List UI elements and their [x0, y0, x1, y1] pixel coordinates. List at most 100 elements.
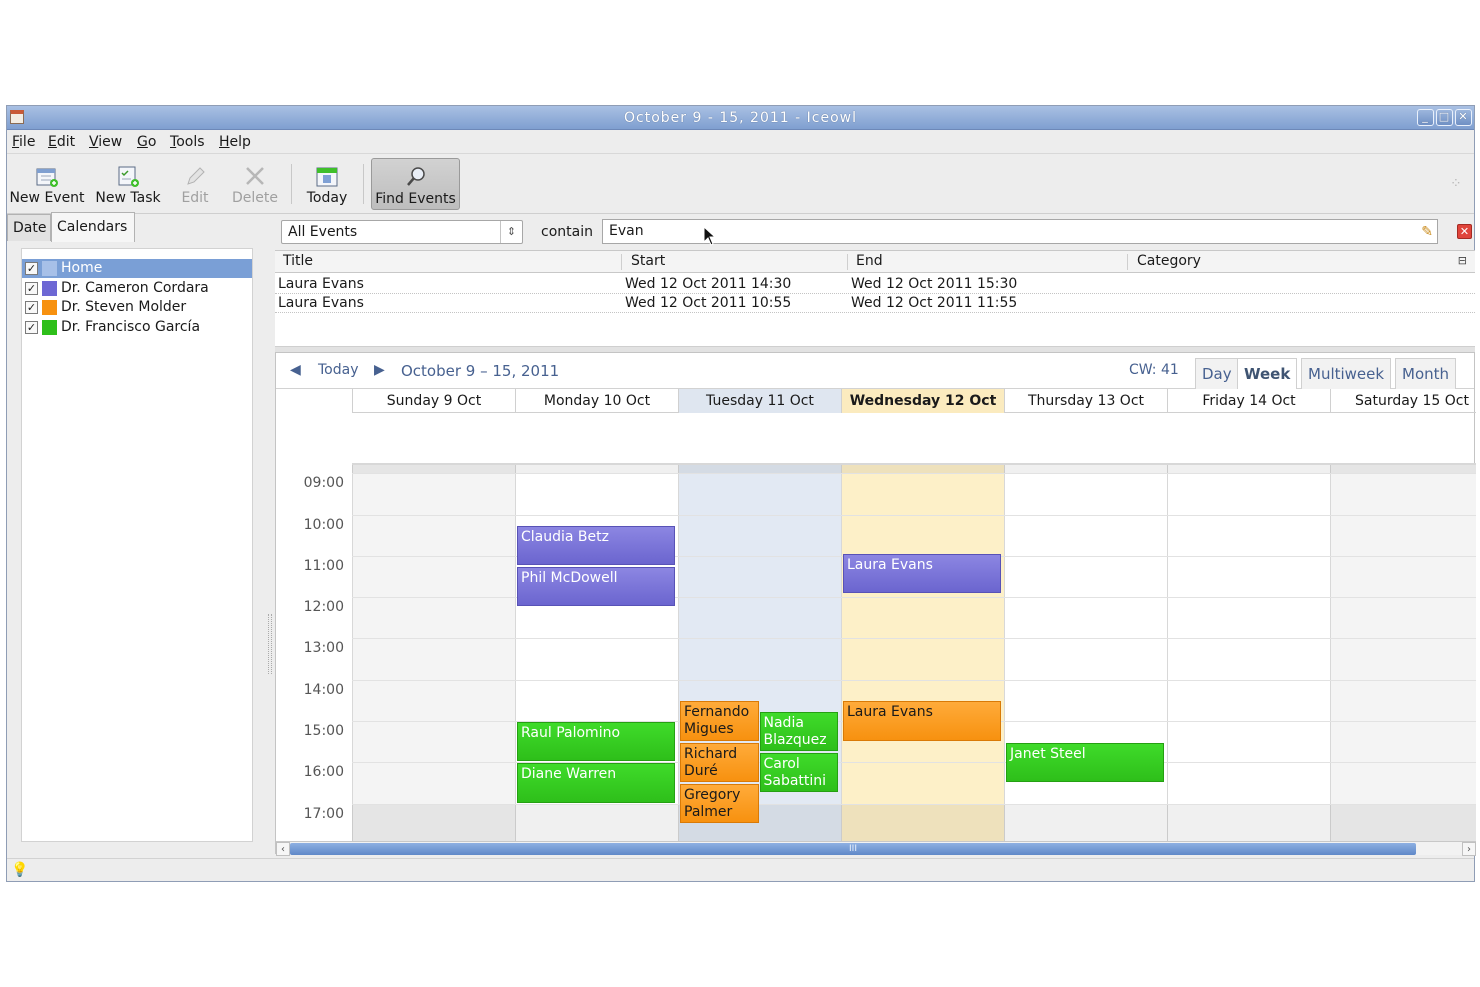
column-divider[interactable]: [847, 254, 848, 270]
calendar-item-home[interactable]: ✓ Home: [22, 259, 252, 278]
column-category[interactable]: Category: [1137, 253, 1201, 269]
search-input[interactable]: Evan ✎: [602, 219, 1438, 244]
toolbar: New Event New Task Edit Delete Today Fin…: [7, 154, 1474, 214]
new-event-button[interactable]: New Event: [9, 158, 85, 210]
tab-date[interactable]: Date: [7, 214, 51, 241]
column-start[interactable]: Start: [631, 253, 665, 269]
pane-splitter[interactable]: [268, 614, 272, 674]
calendar-event[interactable]: Claudia Betz: [517, 525, 675, 566]
calendar-event[interactable]: Fernando Migues: [680, 701, 759, 741]
all-day-row[interactable]: [352, 413, 1476, 465]
today-button[interactable]: Today: [304, 158, 350, 210]
title-bar[interactable]: October 9 - 15, 2011 - Iceowl _ □ ✕: [7, 106, 1474, 130]
day-column[interactable]: [352, 465, 515, 841]
menu-go[interactable]: Go: [137, 134, 156, 150]
day-header[interactable]: Tuesday 11 Oct: [678, 389, 841, 413]
app-icon[interactable]: [10, 110, 24, 124]
day-header[interactable]: Monday 10 Oct: [515, 389, 678, 413]
hour-line: [352, 679, 1476, 681]
calendar-event[interactable]: Nadia Blazquez: [759, 711, 838, 752]
menu-view[interactable]: View: [89, 134, 122, 150]
column-picker-icon[interactable]: ⊟: [1458, 254, 1467, 267]
contain-label: contain: [541, 224, 593, 240]
off-hours-shade: [352, 803, 1476, 841]
menu-edit[interactable]: Edit: [48, 134, 75, 150]
calendar-checkbox[interactable]: ✓: [25, 282, 38, 295]
hour-label: 16:00: [303, 764, 344, 781]
nav-today-button[interactable]: Today: [318, 362, 359, 378]
calendar-item-francisco-garcia[interactable]: ✓ Dr. Francisco García: [22, 318, 252, 337]
scroll-right-arrow-icon[interactable]: ›: [1462, 842, 1476, 856]
new-task-label: New Task: [95, 190, 161, 206]
maximize-button[interactable]: □: [1436, 109, 1453, 126]
new-task-button[interactable]: New Task: [93, 158, 163, 210]
column-divider[interactable]: [1127, 254, 1128, 270]
table-row[interactable]: Laura Evans Wed 12 Oct 2011 14:30 Wed 12…: [275, 275, 1475, 294]
lightbulb-icon[interactable]: 💡: [11, 862, 28, 878]
menu-file[interactable]: File: [12, 134, 35, 150]
day-column[interactable]: [1330, 465, 1476, 841]
edit-label: Edit: [181, 190, 209, 206]
hour-line: [352, 473, 1476, 475]
calendar-event[interactable]: Laura Evans: [843, 553, 1001, 593]
result-end: Wed 12 Oct 2011 15:30: [851, 276, 1018, 292]
tab-week[interactable]: Week: [1237, 358, 1298, 389]
calendar-checkbox[interactable]: ✓: [25, 301, 38, 314]
broom-icon[interactable]: ✎: [1421, 221, 1433, 244]
calendar-name: Dr. Steven Molder: [61, 299, 187, 315]
calendar-event[interactable]: Phil McDowell: [517, 567, 675, 607]
column-title[interactable]: Title: [283, 253, 313, 269]
day-header[interactable]: Friday 14 Oct: [1167, 389, 1330, 413]
time-grid[interactable]: 09:00 10:00 11:00 12:00 13:00 14:00 15:00 16:00…: [276, 465, 1476, 841]
calendar-event[interactable]: Raul Palomino: [517, 722, 675, 762]
day-header[interactable]: Thursday 13 Oct: [1004, 389, 1167, 413]
day-header[interactable]: Saturday 15 Oct: [1330, 389, 1480, 413]
calendar-event[interactable]: Richard Duré: [680, 742, 759, 782]
calendar-color-swatch: [42, 261, 57, 276]
tab-calendars[interactable]: Calendars: [51, 212, 135, 242]
result-start: Wed 12 Oct 2011 10:55: [625, 295, 792, 311]
menu-bar: File Edit View Go Tools Help: [7, 130, 1474, 154]
column-divider[interactable]: [621, 254, 622, 270]
calendar-event[interactable]: Diane Warren: [517, 763, 675, 803]
calendar-list: ✓ Home ✓ Dr. Cameron Cordara ✓ Dr. Steve…: [21, 248, 253, 842]
calendar-event[interactable]: Janet Steel: [1006, 742, 1164, 782]
calendar-event[interactable]: Carol Sabattini: [759, 753, 838, 793]
tab-month[interactable]: Month: [1395, 358, 1457, 389]
previous-week-arrow-icon[interactable]: ◀: [290, 362, 301, 378]
next-week-arrow-icon[interactable]: ▶: [374, 362, 385, 378]
menu-tools[interactable]: Tools: [170, 134, 205, 150]
calendar-name: Dr. Cameron Cordara: [61, 280, 209, 296]
calendar-event[interactable]: Laura Evans: [843, 701, 1001, 741]
edit-button[interactable]: Edit: [177, 158, 213, 210]
close-search-icon[interactable]: ✕: [1457, 224, 1472, 239]
table-row[interactable]: Laura Evans Wed 12 Oct 2011 10:55 Wed 12…: [275, 294, 1475, 313]
tab-multiweek[interactable]: Multiweek: [1301, 358, 1392, 389]
menu-help[interactable]: Help: [219, 134, 251, 150]
calendar-item-cameron-cordara[interactable]: ✓ Dr. Cameron Cordara: [22, 279, 252, 298]
scroll-left-arrow-icon[interactable]: ‹: [276, 842, 290, 856]
calendar-checkbox[interactable]: ✓: [25, 262, 38, 275]
close-button[interactable]: ✕: [1455, 109, 1472, 126]
result-end: Wed 12 Oct 2011 11:55: [851, 295, 1018, 311]
day-header[interactable]: Sunday 9 Oct: [352, 389, 515, 413]
horizontal-scrollbar[interactable]: ‹ III ›: [276, 841, 1476, 856]
calendar-event[interactable]: Gregory Palmer: [680, 784, 759, 824]
event-filter-select[interactable]: All Events ⇕: [281, 220, 523, 244]
calendar-item-steven-molder[interactable]: ✓ Dr. Steven Molder: [22, 298, 252, 317]
new-task-icon: [118, 166, 139, 187]
day-header[interactable]: Wednesday 12 Oct: [841, 389, 1004, 413]
day-column[interactable]: [1004, 465, 1167, 841]
toolbar-separator: [363, 164, 364, 204]
hour-line: [352, 514, 1476, 516]
delete-button[interactable]: Delete: [230, 158, 280, 210]
calendar-checkbox[interactable]: ✓: [25, 321, 38, 334]
column-end[interactable]: End: [856, 253, 883, 269]
pencil-icon: [187, 167, 205, 185]
scrollbar-thumb[interactable]: III: [290, 843, 1416, 855]
day-column[interactable]: [1167, 465, 1330, 841]
tab-day[interactable]: Day: [1195, 358, 1239, 389]
find-events-button[interactable]: Find Events: [371, 158, 460, 210]
day-column[interactable]: [841, 465, 1004, 841]
minimize-button[interactable]: _: [1417, 109, 1434, 126]
